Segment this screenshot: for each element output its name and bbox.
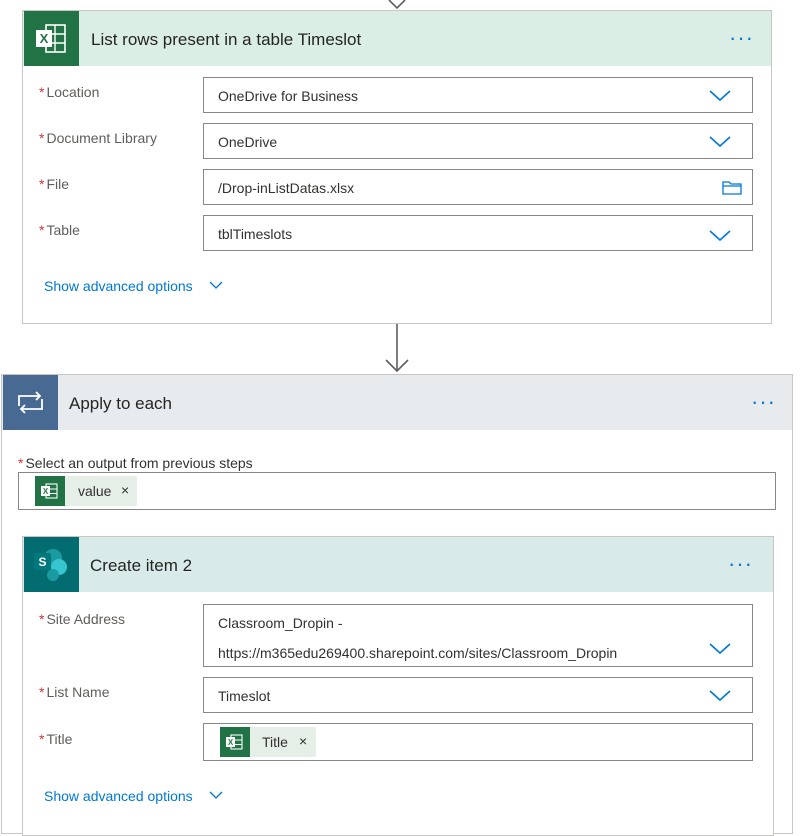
chevron-down-icon [209,791,223,799]
svg-text:X: X [228,738,234,747]
card-title: List rows present in a table Timeslot [91,30,362,49]
chevron-down-icon[interactable] [709,90,731,102]
excel-list-rows-card: X List rows present in a table Timeslot … [22,10,772,324]
file-value: /Drop-inListDatas.xlsx [218,180,355,196]
file-input[interactable]: /Drop-inListDatas.xlsx [203,169,753,205]
site-address-name: Classroom_Dropin - [218,615,343,631]
excel-icon: X [24,11,79,66]
document-library-dropdown[interactable]: OneDrive [203,123,753,159]
show-advanced-options-link[interactable]: Show advanced options [44,278,223,294]
location-label: * Location [39,84,100,100]
location-dropdown[interactable]: OneDrive for Business [203,77,753,113]
folder-icon[interactable] [722,180,742,195]
table-value: tblTimeslots [218,226,293,242]
list-name-dropdown[interactable]: Timeslot [203,677,753,713]
select-output-input[interactable]: X value × [18,472,776,510]
remove-token-icon[interactable]: × [121,482,129,498]
dynamic-content-token[interactable]: X Title × [220,727,316,757]
excel-icon: X [35,476,65,506]
middle-connector-arrow [384,324,410,374]
document-library-value: OneDrive [218,134,278,150]
list-name-value: Timeslot [218,688,271,704]
chevron-down-icon [209,281,223,289]
loop-icon [3,375,58,430]
more-options-icon[interactable]: ··· [729,27,754,49]
site-address-dropdown[interactable]: Classroom_Dropin - https://m365edu269400… [203,604,753,667]
title-input[interactable]: X Title × [203,723,753,761]
card-header[interactable]: S Create item 2 ··· [23,537,773,592]
chevron-down-icon[interactable] [709,690,731,702]
apply-to-each-card: Apply to each ··· * Select an output from… [1,374,793,836]
remove-token-icon[interactable]: × [299,733,307,749]
list-name-label: * List Name [39,684,110,700]
token-label: Title [262,734,288,750]
title-label: * Title [39,731,73,747]
create-item-card: S Create item 2 ··· * Site Address Classr… [22,536,774,836]
token-label: value [78,483,112,499]
card-title: Apply to each [69,394,173,413]
show-advanced-options-link[interactable]: Show advanced options [44,788,223,804]
chevron-down-icon[interactable] [709,643,731,655]
chevron-down-icon[interactable] [709,230,731,242]
table-label: * Table [39,222,80,238]
svg-text:X: X [43,487,49,496]
dynamic-content-token[interactable]: X value × [35,476,137,506]
site-address-label: * Site Address [39,611,126,627]
excel-icon: X [220,727,250,757]
card-title: Create item 2 [90,556,193,575]
svg-text:X: X [40,31,49,46]
file-label: * File [39,176,70,192]
location-value: OneDrive for Business [218,88,359,104]
sharepoint-icon: S [24,537,79,592]
card-header[interactable]: Apply to each ··· [2,375,792,430]
chevron-down-icon[interactable] [709,136,731,148]
site-address-url: https://m365edu269400.sharepoint.com/sit… [218,645,618,661]
svg-text:S: S [38,555,46,569]
document-library-label: * Document Library [39,130,157,146]
card-header[interactable]: X List rows present in a table Timeslot … [23,11,771,66]
more-options-icon[interactable]: ··· [751,391,776,413]
table-dropdown[interactable]: tblTimeslots [203,215,753,251]
top-connector-arrow [386,0,408,10]
select-output-label: * Select an output from previous steps [18,455,253,471]
more-options-icon[interactable]: ··· [728,553,753,575]
